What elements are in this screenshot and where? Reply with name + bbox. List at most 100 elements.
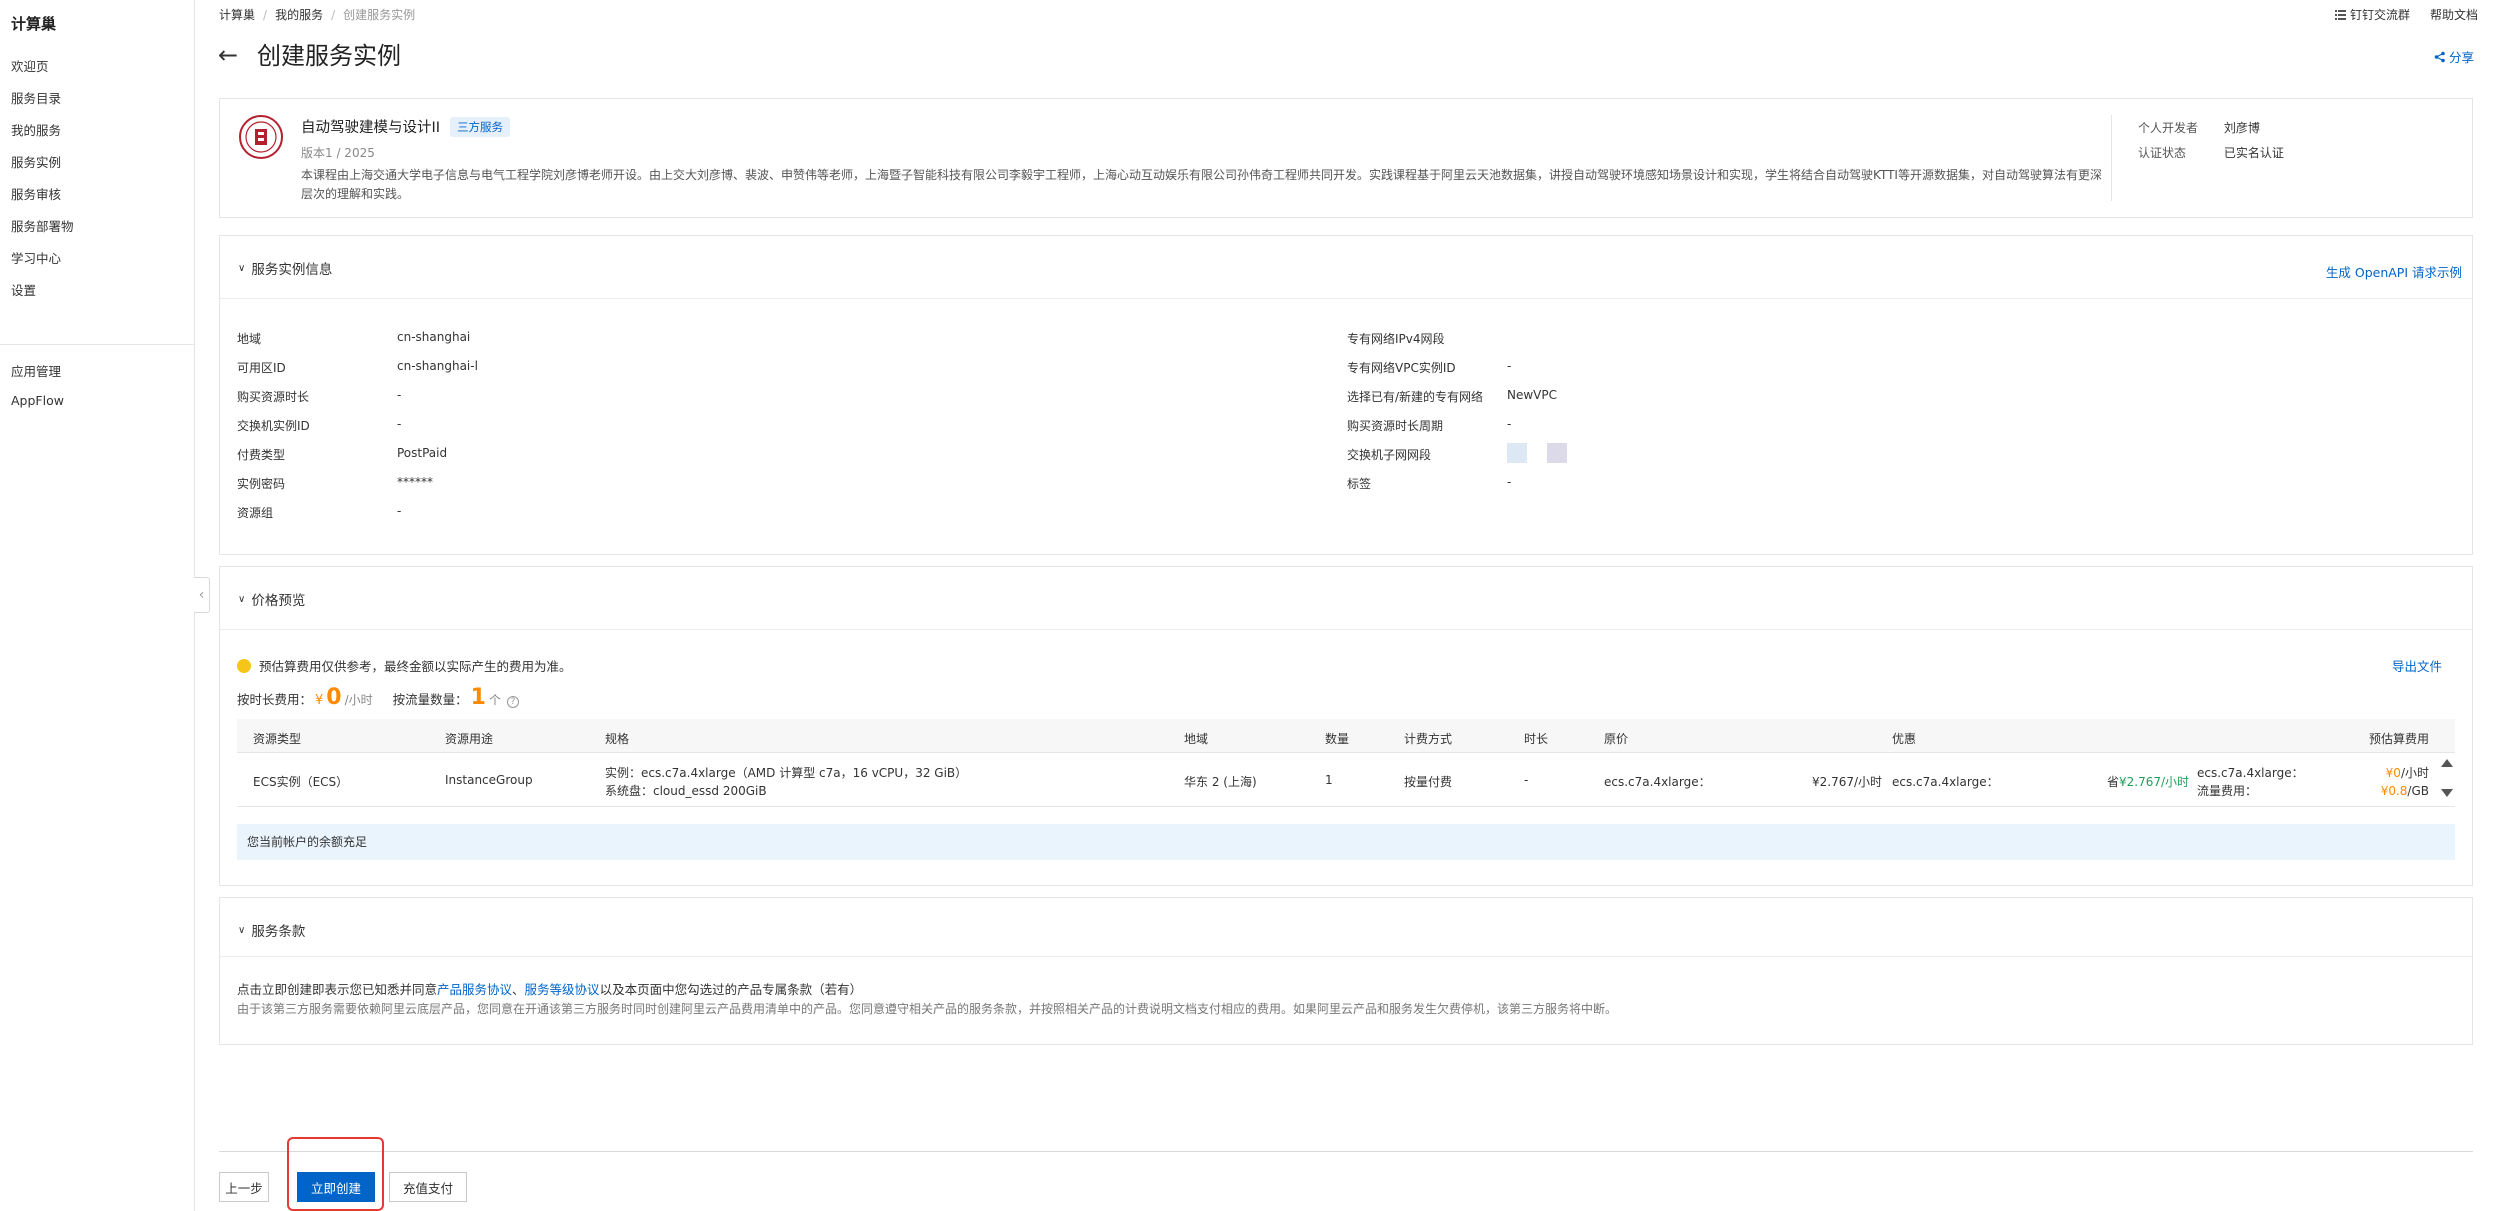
help-docs-link[interactable]: 帮助文档: [2430, 6, 2478, 23]
breadcrumb-item[interactable]: 计算巢: [219, 6, 255, 23]
highlight-box: [287, 1137, 384, 1211]
info-row: 购买资源时长 -: [237, 388, 401, 405]
service-description: 本课程由上海交通大学电子信息与电气工程学院刘彦博老师开设。由上交大刘彦博、裴波、…: [301, 168, 2102, 201]
help-icon[interactable]: ?: [507, 696, 519, 708]
sidebar-item-welcome[interactable]: 欢迎页: [11, 56, 49, 75]
export-file-link[interactable]: 导出文件: [2392, 656, 2442, 675]
section-title: 服务条款: [251, 924, 306, 940]
back-arrow-icon[interactable]: ←: [218, 40, 238, 70]
info-row: 可用区ID cn-shanghai-l: [237, 359, 478, 376]
table-row: ECS实例（ECS） InstanceGroup 实例：ecs.c7a.4xla…: [237, 753, 2455, 807]
info-value: NewVPC: [1507, 388, 1557, 402]
column-header: 数量: [1325, 732, 1350, 746]
sidebar-item-learning[interactable]: 学习中心: [11, 248, 61, 267]
share-button[interactable]: 分享: [2434, 47, 2474, 66]
sidebar-item-settings[interactable]: 设置: [11, 280, 36, 299]
service-version: 版本1 / 2025: [301, 146, 375, 160]
info-row: 专有网络VPC实例ID -: [1347, 359, 1511, 376]
terms-text: 点击立即创建即表示您已知悉并同意: [237, 982, 438, 997]
product-agreement-link[interactable]: 产品服务协议: [437, 982, 512, 997]
flow-count-label: 按流量数量：: [392, 692, 468, 707]
cell-discount: 省¥2.767/小时: [2107, 773, 2189, 790]
subnet-swatch: [1507, 443, 1527, 463]
service-type-badge: 三方服务: [450, 116, 511, 137]
sidebar-item-my-services[interactable]: 我的服务: [11, 120, 61, 139]
chevron-down-icon: ∨: [238, 593, 246, 605]
sidebar-item-instances[interactable]: 服务实例: [11, 152, 61, 171]
info-value: -: [397, 388, 402, 402]
info-row: 购买资源时长周期 -: [1347, 417, 1511, 434]
share-label: 分享: [2448, 50, 2474, 65]
chevron-down-icon: ∨: [238, 262, 246, 274]
breadcrumb-separator: /: [331, 7, 336, 22]
chevron-down-icon: ∨: [238, 924, 246, 936]
estimate-value: ¥0/小时: [2381, 764, 2429, 782]
estimate-unit: /小时: [2400, 766, 2429, 780]
info-key: 专有网络VPC实例ID: [1347, 361, 1456, 375]
instance-info-section: ∨ 服务实例信息 生成 OpenAPI 请求示例 地域 cn-shanghai 可…: [219, 235, 2473, 555]
spec-instance: 实例：ecs.c7a.4xlarge（AMD 计算型 c7a，16 vCPU，3…: [605, 766, 968, 780]
previous-step-button[interactable]: 上一步: [219, 1172, 269, 1202]
section-title: 服务实例信息: [251, 262, 333, 278]
terms-disclaimer: 由于该第三方服务需要依赖阿里云底层产品，您同意在开通该第三方服务时同时创建阿里云…: [237, 1002, 1618, 1016]
cell-spec: 实例：ecs.c7a.4xlarge（AMD 计算型 c7a，16 vCPU，3…: [605, 764, 967, 800]
sidebar-collapse-handle[interactable]: ‹: [194, 577, 210, 613]
info-key: 付费类型: [237, 448, 286, 462]
instance-info-toggle[interactable]: ∨ 服务实例信息: [238, 258, 332, 278]
auth-row: 认证状态 已实名认证: [2138, 144, 2284, 161]
estimate-name: 流量费用：: [2197, 784, 2258, 798]
hourly-fee-label: 按时长费用：: [237, 692, 313, 707]
sidebar-item-artifacts[interactable]: 服务部署物: [11, 216, 74, 235]
scroll-down-icon[interactable]: [2441, 789, 2453, 797]
developer-label: 个人开发者: [2138, 121, 2199, 135]
section-title: 价格预览: [251, 593, 306, 609]
info-value: -: [1507, 475, 1512, 489]
discount-prefix: 省: [2107, 775, 2120, 789]
service-name: 自动驾驶建模与设计II: [301, 120, 441, 136]
info-row: 专有网络IPv4网段: [1347, 330, 1445, 347]
sidebar-item-catalog[interactable]: 服务目录: [11, 88, 61, 107]
currency-symbol: ¥: [315, 693, 324, 708]
info-key: 地域: [237, 332, 262, 346]
breadcrumb-item[interactable]: 我的服务: [275, 6, 323, 23]
cell-resource-type: ECS实例（ECS）: [253, 775, 349, 789]
info-value: ******: [397, 475, 433, 489]
recharge-pay-button[interactable]: 充值支付: [389, 1172, 467, 1202]
share-icon: [2434, 51, 2445, 62]
terms-text: 以及本页面中您勾选过的产品专属条款（若有）: [599, 982, 863, 997]
section-divider: [220, 629, 2472, 630]
dingtalk-link[interactable]: 钉钉交流群: [2334, 6, 2410, 23]
price-preview-toggle[interactable]: ∨ 价格预览: [238, 589, 305, 609]
info-key: 购买资源时长周期: [1347, 419, 1444, 433]
info-row: 实例密码 ******: [237, 475, 433, 492]
subnet-swatch: [1547, 443, 1567, 463]
breadcrumb-separator: /: [263, 7, 268, 22]
info-row: 交换机子网网段: [1347, 443, 1567, 463]
sidebar-item-app-management[interactable]: 应用管理: [11, 361, 61, 380]
table-header: 资源类型 资源用途 规格 地域 数量 计费方式 时长 原价 优惠 预估算费用: [237, 719, 2455, 753]
cell-original-name: ecs.c7a.4xlarge：: [1604, 775, 1711, 789]
cell-estimate-names: ecs.c7a.4xlarge： 流量费用：: [2197, 764, 2304, 800]
sla-link[interactable]: 服务等级协议: [525, 982, 600, 997]
info-key: 资源组: [237, 506, 274, 520]
openapi-link[interactable]: 生成 OpenAPI 请求示例: [2326, 262, 2462, 281]
breadcrumb: 计算巢 / 我的服务 / 创建服务实例: [219, 6, 415, 23]
info-value: -: [397, 417, 402, 431]
sidebar-item-appflow[interactable]: AppFlow: [11, 393, 64, 408]
university-logo-icon: [239, 115, 283, 159]
info-value: cn-shanghai: [397, 330, 471, 344]
dingtalk-label: 钉钉交流群: [2349, 8, 2410, 22]
footer-divider: [219, 1151, 2473, 1152]
sidebar-title: 计算巢: [11, 15, 57, 33]
sidebar-item-review[interactable]: 服务审核: [11, 184, 61, 203]
info-key: 专有网络IPv4网段: [1347, 332, 1445, 346]
info-row: 地域 cn-shanghai: [237, 330, 470, 347]
column-header: 优惠: [1892, 732, 1917, 746]
list-icon: [2334, 10, 2346, 20]
terms-separator: 、: [512, 982, 525, 997]
service-terms-toggle[interactable]: ∨ 服务条款: [238, 920, 305, 940]
section-divider: [220, 956, 2472, 957]
balance-notice: 您当前帐户的余额充足: [237, 824, 2455, 860]
service-card-divider: [2111, 115, 2112, 201]
scroll-up-icon[interactable]: [2441, 759, 2453, 767]
